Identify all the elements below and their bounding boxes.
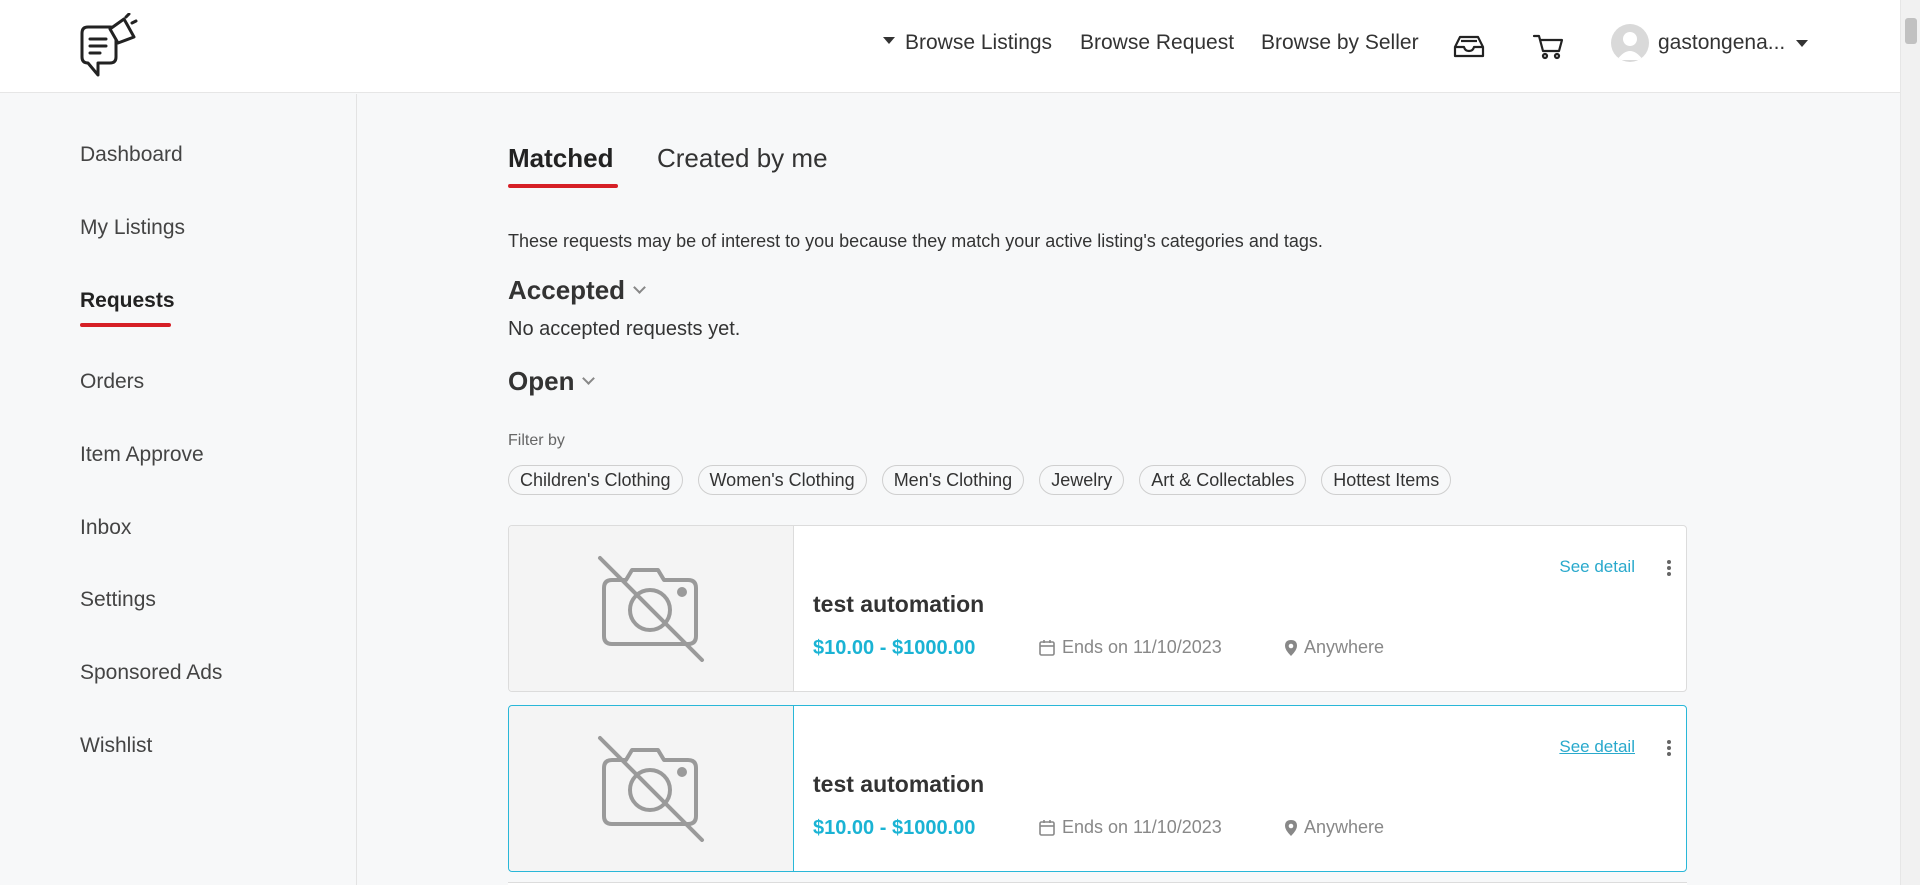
filter-chip-womens-clothing[interactable]: Women's Clothing	[697, 465, 867, 495]
request-price-range: $10.00 - $1000.00	[813, 637, 976, 659]
filter-by-label: Filter by	[508, 432, 565, 449]
sidebar-item-my-listings[interactable]: My Listings	[80, 216, 185, 240]
filter-chip-jewelry[interactable]: Jewelry	[1039, 465, 1125, 495]
page-scrollbar[interactable]	[1900, 0, 1920, 885]
request-price-range: $10.00 - $1000.00	[813, 817, 976, 839]
top-header: Browse Listings Browse Request Browse by…	[0, 0, 1900, 93]
request-card[interactable]: See detail test automation $10.00 - $100…	[508, 705, 1687, 872]
inbox-tray-icon[interactable]	[1452, 31, 1486, 61]
filter-chip-art-collectables[interactable]: Art & Collectables	[1139, 465, 1307, 495]
request-title: test automation	[813, 591, 985, 617]
chevron-down-icon	[633, 281, 646, 294]
sidebar-active-indicator	[80, 323, 171, 327]
sidebar-item-inbox[interactable]: Inbox	[80, 516, 131, 540]
sidebar-item-sponsored-ads[interactable]: Sponsored Ads	[80, 661, 222, 685]
scrollbar-thumb[interactable]	[1905, 18, 1917, 44]
browse-request-link[interactable]: Browse Request	[1080, 31, 1234, 55]
caret-down-icon	[883, 36, 895, 44]
location-pin-icon	[1285, 639, 1297, 656]
cart-icon[interactable]	[1531, 31, 1565, 61]
see-detail-link[interactable]: See detail	[1559, 737, 1635, 757]
accepted-section-toggle[interactable]: Accepted	[508, 275, 646, 306]
more-options-icon[interactable]	[1666, 558, 1672, 578]
calendar-icon	[1039, 819, 1055, 836]
no-image-camera-icon	[598, 736, 704, 842]
tab-matched[interactable]: Matched	[508, 143, 613, 174]
request-end-date-text: Ends on 11/10/2023	[1062, 637, 1222, 657]
request-location-text: Anywhere	[1304, 637, 1385, 657]
request-card[interactable]: See detail test automation $10.00 - $100…	[508, 525, 1687, 692]
calendar-icon	[1039, 639, 1055, 656]
megaphone-chat-logo-icon[interactable]	[76, 13, 138, 79]
user-silhouette-icon	[1617, 32, 1643, 60]
sidebar-item-item-approve[interactable]: Item Approve	[80, 443, 204, 467]
filter-chips: Children's Clothing Women's Clothing Men…	[508, 465, 1452, 495]
request-end-date: Ends on 11/10/2023	[1038, 637, 1222, 658]
accepted-empty-message: No accepted requests yet.	[508, 318, 741, 340]
see-detail-link[interactable]: See detail	[1559, 557, 1635, 577]
browse-listings-label: Browse Listings	[905, 31, 1053, 54]
accepted-title: Accepted	[508, 275, 626, 305]
tab-created-by-me[interactable]: Created by me	[657, 143, 828, 174]
sidebar-item-requests[interactable]: Requests	[80, 289, 175, 313]
username-label[interactable]: gastongena...	[1658, 31, 1785, 55]
request-end-date: Ends on 11/10/2023	[1038, 817, 1222, 838]
sidebar: Dashboard My Listings Requests Orders It…	[0, 94, 357, 885]
open-section-toggle[interactable]: Open	[508, 366, 596, 397]
matched-intro-text: These requests may be of interest to you…	[508, 231, 1323, 251]
filter-chip-hottest-items[interactable]: Hottest Items	[1321, 465, 1452, 495]
sidebar-item-wishlist[interactable]: Wishlist	[80, 734, 152, 758]
tab-active-indicator	[508, 184, 618, 188]
filter-chip-mens-clothing[interactable]: Men's Clothing	[881, 465, 1025, 495]
more-options-icon[interactable]	[1666, 738, 1672, 758]
location-pin-icon	[1285, 819, 1297, 836]
request-end-date-text: Ends on 11/10/2023	[1062, 817, 1222, 837]
user-menu-caret-icon[interactable]	[1796, 40, 1808, 47]
avatar[interactable]	[1611, 24, 1649, 62]
chevron-down-icon	[582, 372, 596, 385]
browse-listings-dropdown[interactable]: Browse Listings	[883, 31, 1052, 55]
filter-chip-childrens-clothing[interactable]: Children's Clothing	[508, 465, 683, 495]
request-title: test automation	[813, 771, 985, 797]
browse-by-seller-link[interactable]: Browse by Seller	[1261, 31, 1419, 55]
request-image-placeholder	[509, 706, 794, 871]
request-location: Anywhere	[1284, 637, 1384, 658]
sidebar-item-dashboard[interactable]: Dashboard	[80, 143, 183, 167]
request-image-placeholder	[509, 526, 794, 691]
request-location-text: Anywhere	[1304, 817, 1385, 837]
open-title: Open	[508, 366, 575, 396]
sidebar-item-settings[interactable]: Settings	[80, 588, 156, 612]
request-location: Anywhere	[1284, 817, 1384, 838]
sidebar-item-orders[interactable]: Orders	[80, 370, 144, 394]
no-image-camera-icon	[598, 556, 704, 662]
